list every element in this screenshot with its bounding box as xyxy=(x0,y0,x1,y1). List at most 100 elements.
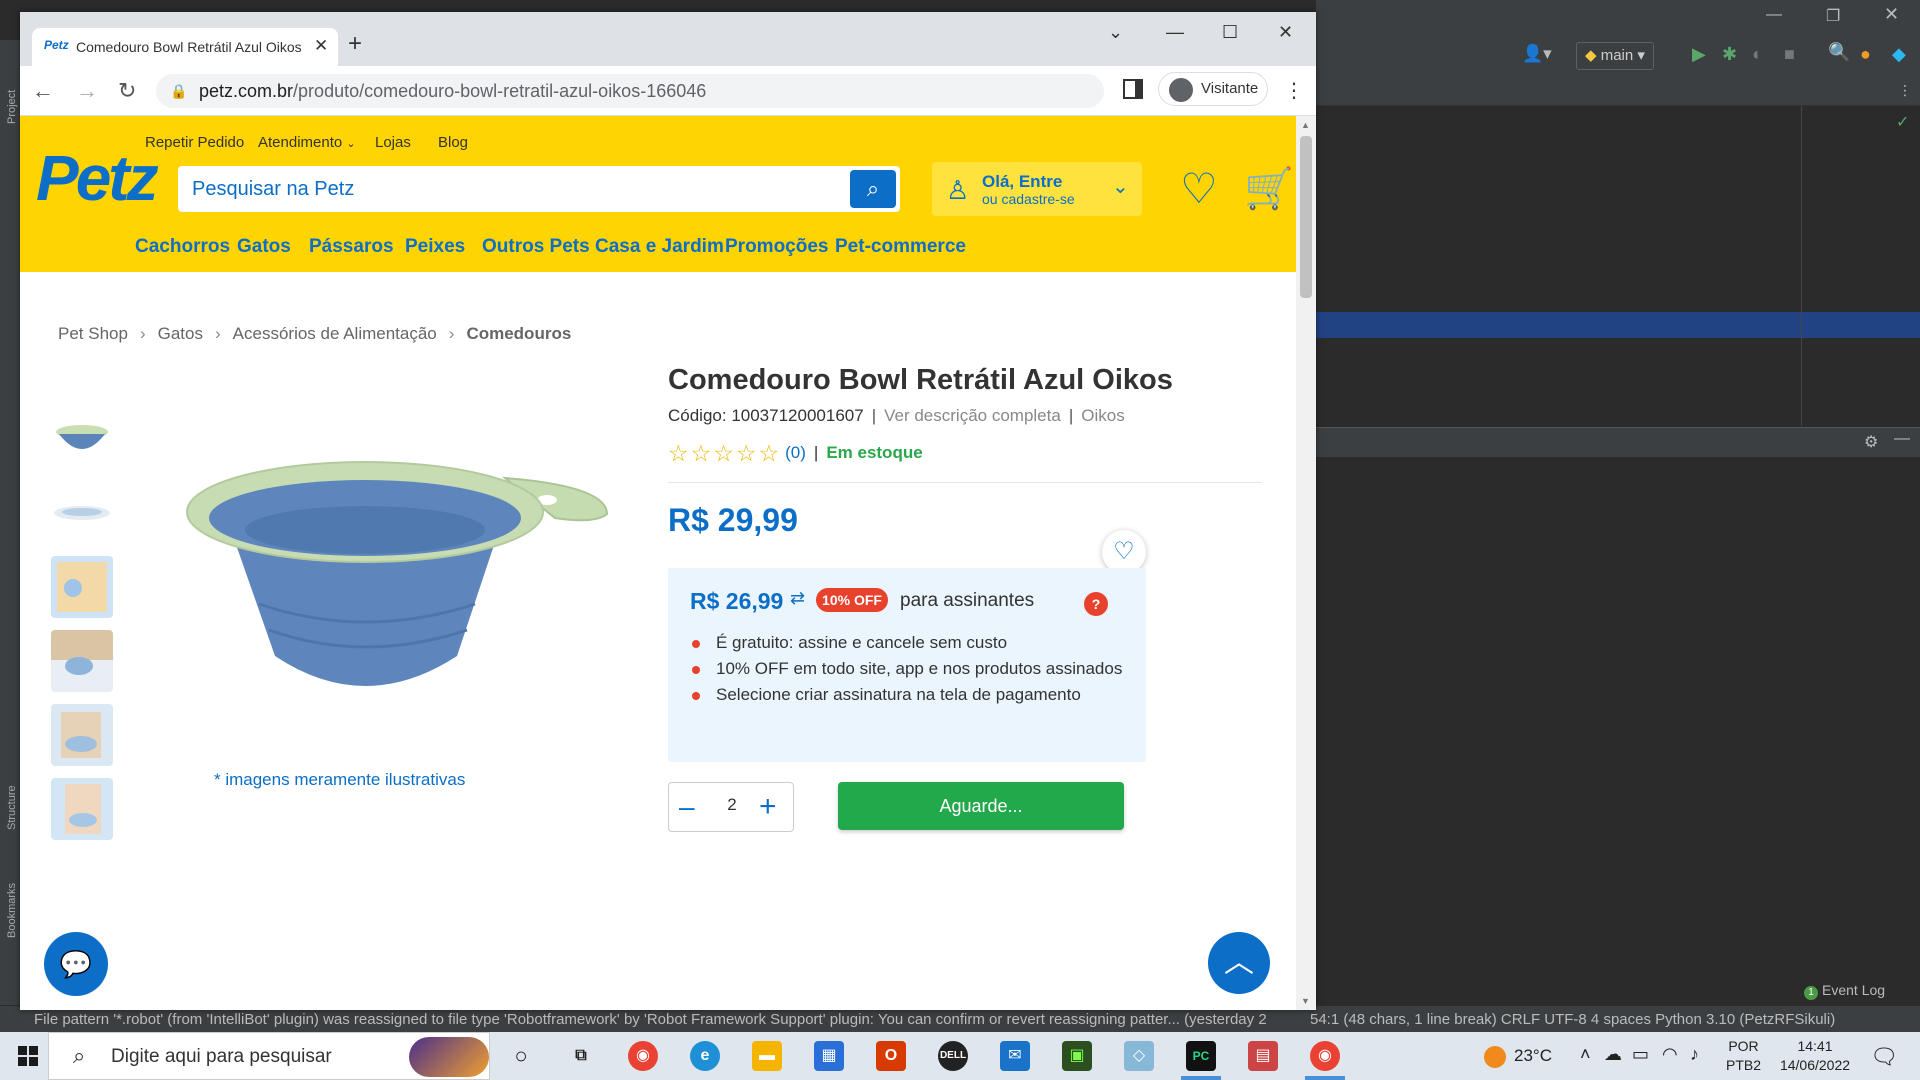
branch-selector[interactable]: ◆ main ▾ xyxy=(1576,42,1654,70)
category-promotions[interactable]: Promoções xyxy=(725,236,828,258)
debug-icon[interactable]: ✱ xyxy=(1722,44,1737,65)
windows-start-icon[interactable] xyxy=(18,1046,38,1066)
store-icon[interactable]: ▦ xyxy=(814,1041,844,1071)
side-panel-icon[interactable] xyxy=(1123,79,1143,99)
quantity-value[interactable]: 2 xyxy=(723,795,741,815)
product-thumbnail-1[interactable] xyxy=(51,408,113,470)
hide-panel-icon[interactable]: — xyxy=(1894,430,1910,448)
chat-button[interactable]: 💬 xyxy=(44,932,108,996)
structure-tool-label[interactable]: Structure xyxy=(6,785,18,830)
close-icon[interactable]: ✕ xyxy=(1884,4,1899,25)
minimize-icon[interactable]: — xyxy=(1766,6,1782,24)
gear-icon[interactable]: ⚙ xyxy=(1864,432,1878,452)
menu-icon[interactable]: ⋮ xyxy=(1284,78,1304,103)
back-to-top-button[interactable]: ︿ xyxy=(1208,932,1270,994)
add-to-cart-button[interactable]: Aguarde... xyxy=(838,782,1124,830)
status-right-info[interactable]: 54:1 (48 chars, 1 line break) CRLF UTF-8… xyxy=(1310,1006,1835,1033)
maximize-icon[interactable]: ☐ xyxy=(1222,22,1238,43)
cortana-icon[interactable]: ○ xyxy=(506,1041,536,1071)
restore-icon[interactable]: ❐ xyxy=(1826,6,1840,26)
robot-icon[interactable]: ▤ xyxy=(1248,1041,1278,1071)
notification-icon[interactable]: 🗨 xyxy=(1870,1044,1898,1070)
bookmarks-tool-label[interactable]: Bookmarks xyxy=(6,883,18,938)
category-home-garden[interactable]: Casa e Jardim xyxy=(595,236,724,258)
search-input[interactable] xyxy=(178,166,848,212)
breadcrumb-feeders[interactable]: Comedouros xyxy=(466,324,571,344)
category-other-pets[interactable]: Outros Pets xyxy=(482,236,590,258)
blog-link[interactable]: Blog xyxy=(438,134,468,151)
terminal-icon[interactable]: ▣ xyxy=(1062,1041,1092,1071)
product-thumbnail-6[interactable] xyxy=(51,778,113,840)
volume-icon[interactable]: ♪ xyxy=(1690,1044,1699,1065)
browser-tab[interactable]: Petz Comedouro Bowl Retrátil Azul Oikos … xyxy=(32,28,338,66)
page-scrollbar[interactable]: ▲ ▼ xyxy=(1296,116,1316,1010)
breadcrumb-cats[interactable]: Gatos xyxy=(158,324,203,344)
status-message[interactable]: File pattern '*.robot' (from 'IntelliBot… xyxy=(34,1006,1272,1033)
search-icon[interactable]: 🔍 xyxy=(1828,42,1850,63)
dell-icon[interactable]: DELL xyxy=(938,1041,968,1071)
cart-icon[interactable]: 🛒 xyxy=(1244,168,1294,210)
language-indicator[interactable]: POR PTB2 xyxy=(1726,1037,1761,1075)
chrome-icon[interactable]: ◉ xyxy=(628,1041,658,1071)
back-icon[interactable]: ← xyxy=(32,78,54,104)
update-icon[interactable]: ● xyxy=(1860,44,1871,65)
see-description-link[interactable]: Ver descrição completa xyxy=(884,406,1061,425)
event-log[interactable]: 1 Event Log xyxy=(1804,982,1885,1000)
product-thumbnail-5[interactable] xyxy=(51,704,113,766)
repeat-order-link[interactable]: Repetir Pedido xyxy=(145,134,244,151)
petz-logo[interactable]: Petz xyxy=(36,146,159,210)
user-icon[interactable]: 👤▾ xyxy=(1522,44,1552,64)
category-pet-commerce[interactable]: Pet-commerce xyxy=(835,236,966,258)
login-dropdown[interactable]: ♙ Olá, Entre ou cadastre-se ⌄ xyxy=(932,162,1142,216)
app-icon[interactable]: ◇ xyxy=(1124,1041,1154,1071)
task-view-icon[interactable]: ⧉ xyxy=(566,1041,596,1071)
help-icon[interactable]: ? xyxy=(1084,592,1108,616)
new-tab-icon[interactable]: + xyxy=(348,30,362,58)
jetbrains-icon[interactable]: ◆ xyxy=(1892,44,1906,65)
brand-link[interactable]: Oikos xyxy=(1081,406,1124,425)
stop-icon[interactable]: ■ xyxy=(1784,44,1795,65)
support-link[interactable]: Atendimento ⌄ xyxy=(258,134,356,151)
wifi-icon[interactable]: ◠ xyxy=(1662,1044,1678,1065)
pycharm-icon[interactable]: PC xyxy=(1186,1041,1216,1071)
temperature[interactable]: 23°C xyxy=(1514,1046,1552,1066)
category-cats[interactable]: Gatos xyxy=(237,236,291,258)
scroll-up-icon[interactable]: ▲ xyxy=(1301,120,1310,130)
minimize-icon[interactable]: — xyxy=(1166,22,1184,43)
decrement-button[interactable]: – xyxy=(679,789,695,825)
category-fish[interactable]: Peixes xyxy=(405,236,465,258)
increment-button[interactable]: + xyxy=(759,789,777,825)
coverage-icon[interactable]: ◐ xyxy=(1752,44,1763,65)
product-thumbnail-3[interactable] xyxy=(51,556,113,618)
close-window-icon[interactable]: ✕ xyxy=(1278,22,1293,43)
battery-icon[interactable]: ▭ xyxy=(1632,1044,1649,1065)
breadcrumb-petshop[interactable]: Pet Shop xyxy=(58,324,128,344)
address-bar[interactable]: 🔒 petz.com.br/produto/comedouro-bowl-ret… xyxy=(156,74,1104,108)
close-tab-icon[interactable]: ✕ xyxy=(314,36,328,56)
category-birds[interactable]: Pássaros xyxy=(309,236,394,258)
mail-icon[interactable]: ✉ xyxy=(1000,1041,1030,1071)
category-dogs[interactable]: Cachorros xyxy=(135,236,230,258)
reload-icon[interactable]: ↻ xyxy=(118,78,136,104)
project-tool-label[interactable]: Project xyxy=(6,90,18,124)
office-icon[interactable]: O xyxy=(876,1041,906,1071)
tab-search-icon[interactable]: ⌄ xyxy=(1108,22,1123,43)
taskbar-search[interactable]: ⌕ Digite aqui para pesquisar xyxy=(48,1032,490,1080)
chevron-up-icon[interactable]: ˄ xyxy=(1580,1044,1591,1065)
product-main-image[interactable] xyxy=(175,426,617,726)
search-button[interactable]: ⌕ xyxy=(850,170,896,208)
edge-icon[interactable]: e xyxy=(690,1041,720,1071)
profile-button[interactable]: Visitante xyxy=(1158,72,1268,106)
product-thumbnail-4[interactable] xyxy=(51,630,113,692)
file-explorer-icon[interactable]: ▬ xyxy=(752,1041,782,1071)
stores-link[interactable]: Lojas xyxy=(375,134,411,151)
rating-count[interactable]: (0) xyxy=(785,443,806,462)
scroll-down-icon[interactable]: ▼ xyxy=(1301,996,1310,1006)
forward-icon[interactable]: → xyxy=(76,78,98,104)
product-thumbnail-2[interactable] xyxy=(51,482,113,544)
rating-stars-icon[interactable]: ☆☆☆☆☆ xyxy=(668,440,781,466)
weather-icon[interactable] xyxy=(1484,1046,1506,1068)
more-icon[interactable]: ⋮ xyxy=(1898,82,1912,99)
clock[interactable]: 14:41 14/06/2022 xyxy=(1770,1037,1860,1075)
chrome-active-icon[interactable]: ◉ xyxy=(1310,1041,1340,1071)
